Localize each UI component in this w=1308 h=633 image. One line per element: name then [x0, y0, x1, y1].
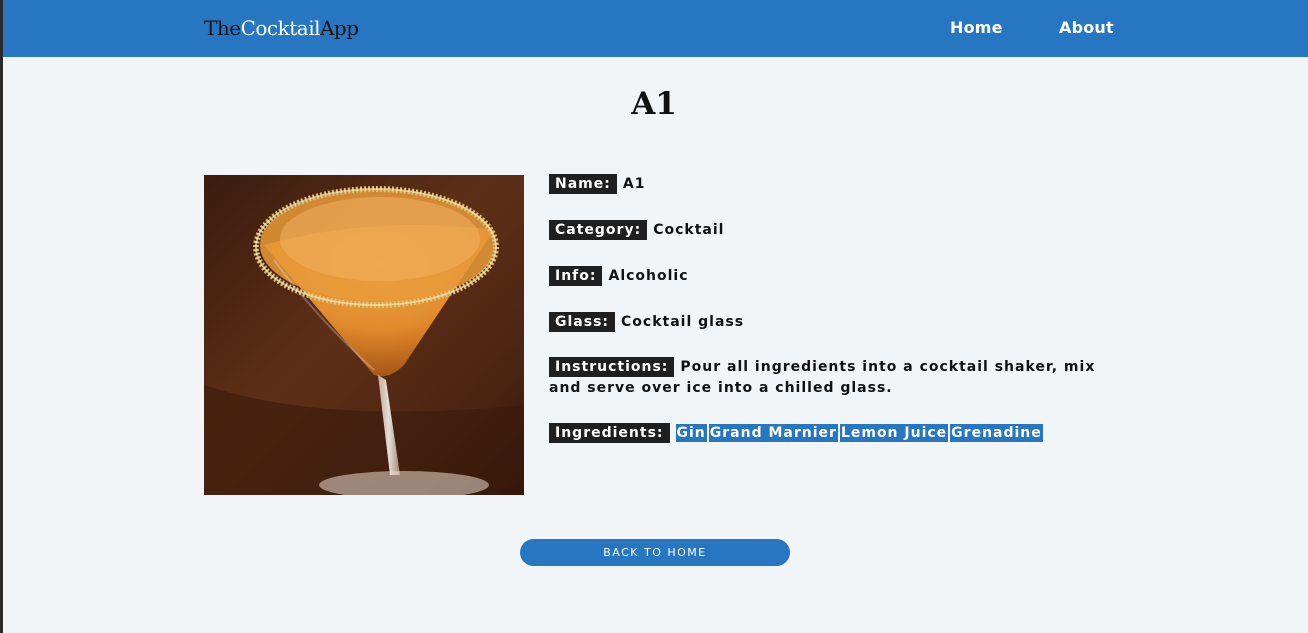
app-logo[interactable]: TheCocktailApp: [204, 15, 359, 41]
ingredient-tag: Grand Marnier: [708, 424, 838, 442]
cocktail-instructions-row: Instructions: Pour all ingredients into a…: [549, 357, 1109, 399]
name-label: Name:: [549, 174, 617, 194]
info-label: Info:: [549, 266, 603, 286]
glass-label: Glass:: [549, 312, 616, 332]
info-value: Alcoholic: [608, 268, 689, 284]
navbar: TheCocktailApp Home About: [3, 0, 1308, 57]
nav-link-home[interactable]: Home: [950, 18, 1003, 38]
cocktail-glass-row: Glass: Cocktail glass: [549, 312, 1109, 333]
logo-part-the: The: [204, 16, 241, 40]
instructions-label: Instructions:: [549, 357, 675, 377]
cocktail-ingredients-row: Ingredients: Gin Grand Marnier Lemon Juice G…: [549, 423, 1109, 444]
nav-link-about[interactable]: About: [1059, 18, 1114, 38]
cocktail-name-row: Name: A1: [549, 174, 1109, 195]
category-label: Category:: [549, 220, 648, 240]
logo-part-cocktail: Cocktail: [240, 16, 321, 40]
name-value: A1: [622, 176, 646, 192]
back-to-home-button[interactable]: back to home: [520, 539, 790, 566]
page-title: A1: [631, 86, 677, 122]
ingredient-tag: Gin: [675, 424, 707, 442]
cocktail-category-row: Category: Cocktail: [549, 220, 1109, 241]
category-value: Cocktail: [653, 222, 725, 238]
ingredient-tag: Lemon Juice: [839, 424, 949, 442]
ingredient-tag: Grenadine: [950, 424, 1043, 442]
cocktail-info-row: Info: Alcoholic: [549, 266, 1109, 287]
logo-part-app: App: [319, 16, 359, 40]
glass-value: Cocktail glass: [621, 314, 745, 330]
cocktail-image: [204, 175, 524, 495]
ingredients-label: Ingredients:: [549, 423, 670, 443]
